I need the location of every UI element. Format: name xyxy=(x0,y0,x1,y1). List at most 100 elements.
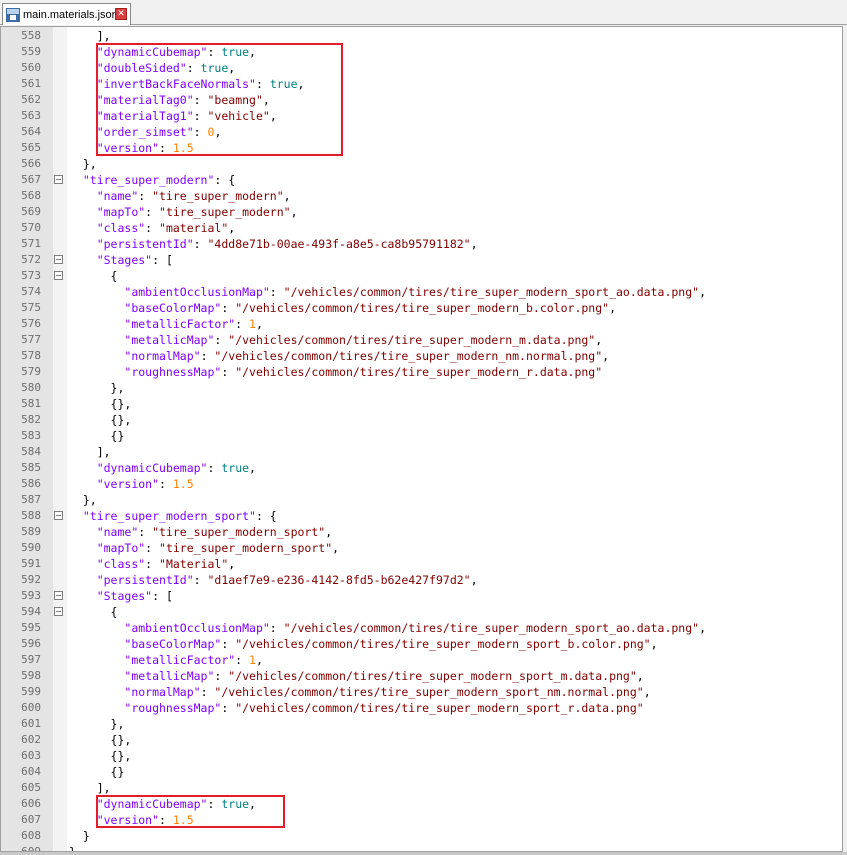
code-text: "mapTo": "tire_super_modern", xyxy=(69,204,298,220)
code-line[interactable]: 584 ], xyxy=(1,444,842,460)
code-line[interactable]: 578 "normalMap": "/vehicles/common/tires… xyxy=(1,348,842,364)
fold-collapse-icon[interactable] xyxy=(54,175,63,184)
code-line[interactable]: 581 {}, xyxy=(1,396,842,412)
fold-collapse-icon[interactable] xyxy=(54,255,63,264)
code-line[interactable]: 597 "metallicFactor": 1, xyxy=(1,652,842,668)
code-line[interactable]: 588 "tire_super_modern_sport": { xyxy=(1,508,842,524)
code-line[interactable]: 573 { xyxy=(1,268,842,284)
line-number: 597 xyxy=(21,653,41,666)
json-punctuation: : xyxy=(193,237,208,251)
code-line[interactable]: 604 {} xyxy=(1,764,842,780)
code-line[interactable]: 576 "metallicFactor": 1, xyxy=(1,316,842,332)
json-key: "roughnessMap" xyxy=(124,701,222,715)
code-line[interactable]: 595 "ambientOcclusionMap": "/vehicles/co… xyxy=(1,620,842,636)
code-line[interactable]: 565 "version": 1.5 xyxy=(1,140,842,156)
json-number: 1.5 xyxy=(172,813,194,827)
code-line[interactable]: 580 }, xyxy=(1,380,842,396)
code-line[interactable]: 564 "order_simset": 0, xyxy=(1,124,842,140)
code-text: "invertBackFaceNormals": true, xyxy=(69,76,305,92)
fold-collapse-icon[interactable] xyxy=(54,511,63,520)
code-line[interactable]: 585 "dynamicCubemap": true, xyxy=(1,460,842,476)
code-line[interactable]: 593 "Stages": [ xyxy=(1,588,842,604)
code-line[interactable]: 579 "roughnessMap": "/vehicles/common/ti… xyxy=(1,364,842,380)
line-number: 569 xyxy=(21,205,41,218)
code-line[interactable]: 608 } xyxy=(1,828,842,844)
json-key: "metallicMap" xyxy=(124,333,215,347)
json-punctuation xyxy=(69,813,97,827)
code-line[interactable]: 574 "ambientOcclusionMap": "/vehicles/co… xyxy=(1,284,842,300)
line-number: 585 xyxy=(21,461,41,474)
code-line[interactable]: 569 "mapTo": "tire_super_modern", xyxy=(1,204,842,220)
code-line[interactable]: 562 "materialTag0": "beamng", xyxy=(1,92,842,108)
code-line[interactable]: 568 "name": "tire_super_modern", xyxy=(1,188,842,204)
json-punctuation: {}, xyxy=(69,733,132,747)
line-number: 564 xyxy=(21,125,41,138)
code-line[interactable]: 582 {}, xyxy=(1,412,842,428)
json-punctuation xyxy=(69,61,97,75)
json-punctuation xyxy=(69,557,97,571)
code-line[interactable]: 577 "metallicMap": "/vehicles/common/tir… xyxy=(1,332,842,348)
fold-collapse-icon[interactable] xyxy=(54,607,63,616)
code-line[interactable]: 600 "roughnessMap": "/vehicles/common/ti… xyxy=(1,700,842,716)
code-line[interactable]: 583 {} xyxy=(1,428,842,444)
json-punctuation: : xyxy=(145,221,160,235)
code-line[interactable]: 605 ], xyxy=(1,780,842,796)
json-string: "/vehicles/common/tires/tire_super_moder… xyxy=(235,301,610,315)
json-punctuation: {}, xyxy=(69,397,132,411)
json-punctuation: , xyxy=(290,205,298,219)
code-editor[interactable]: 558 ], 559 "dynamicCubemap": true, 560 "do… xyxy=(0,26,843,852)
code-line[interactable]: 609} xyxy=(1,844,842,851)
code-line[interactable]: 589 "name": "tire_super_modern_sport", xyxy=(1,524,842,540)
code-line[interactable]: 603 {}, xyxy=(1,748,842,764)
json-punctuation: ], xyxy=(69,29,111,43)
json-punctuation: : xyxy=(207,45,222,59)
json-key: "Stages" xyxy=(96,589,153,603)
json-key: "materialTag0" xyxy=(96,93,194,107)
code-line[interactable]: 601 }, xyxy=(1,716,842,732)
code-line[interactable]: 571 "persistentId": "4dd8e71b-00ae-493f-… xyxy=(1,236,842,252)
code-line[interactable]: 598 "metallicMap": "/vehicles/common/tir… xyxy=(1,668,842,684)
code-line[interactable]: 596 "baseColorMap": "/vehicles/common/ti… xyxy=(1,636,842,652)
code-text: "materialTag1": "vehicle", xyxy=(69,108,277,124)
fold-collapse-icon[interactable] xyxy=(54,271,63,280)
code-line[interactable]: 560 "doubleSided": true, xyxy=(1,60,842,76)
code-line[interactable]: 602 {}, xyxy=(1,732,842,748)
code-line[interactable]: 572 "Stages": [ xyxy=(1,252,842,268)
json-key: "version" xyxy=(96,813,160,827)
code-line[interactable]: 563 "materialTag1": "vehicle", xyxy=(1,108,842,124)
code-line[interactable]: 606 "dynamicCubemap": true, xyxy=(1,796,842,812)
code-line[interactable]: 587 }, xyxy=(1,492,842,508)
line-number: 576 xyxy=(21,317,41,330)
fold-collapse-icon[interactable] xyxy=(54,591,63,600)
json-punctuation: : { xyxy=(214,173,236,187)
json-key: "metallicMap" xyxy=(124,669,215,683)
code-line[interactable]: 592 "persistentId": "d1aef7e9-e236-4142-… xyxy=(1,572,842,588)
code-line[interactable]: 567 "tire_super_modern": { xyxy=(1,172,842,188)
code-line[interactable]: 586 "version": 1.5 xyxy=(1,476,842,492)
code-line[interactable]: 561 "invertBackFaceNormals": true, xyxy=(1,76,842,92)
json-punctuation: : xyxy=(214,669,229,683)
code-text: "order_simset": 0, xyxy=(69,124,222,140)
code-line[interactable]: 570 "class": "material", xyxy=(1,220,842,236)
json-string: "/vehicles/common/tires/tire_super_moder… xyxy=(235,701,644,715)
code-line[interactable]: 599 "normalMap": "/vehicles/common/tires… xyxy=(1,684,842,700)
code-line[interactable]: 594 { xyxy=(1,604,842,620)
json-punctuation xyxy=(69,589,97,603)
json-string: "Material" xyxy=(159,557,229,571)
code-line[interactable]: 591 "class": "Material", xyxy=(1,556,842,572)
file-tab[interactable]: main.materials.json ✕ xyxy=(2,3,131,25)
code-lines: 558 ], 559 "dynamicCubemap": true, 560 "do… xyxy=(1,28,842,851)
json-punctuation: }, xyxy=(69,381,125,395)
code-line[interactable]: 590 "mapTo": "tire_super_modern_sport", xyxy=(1,540,842,556)
code-line[interactable]: 566 }, xyxy=(1,156,842,172)
code-line[interactable]: 607 "version": 1.5 xyxy=(1,812,842,828)
close-icon[interactable]: ✕ xyxy=(115,8,127,20)
code-line[interactable]: 559 "dynamicCubemap": true, xyxy=(1,44,842,60)
line-number: 599 xyxy=(21,685,41,698)
json-punctuation: , xyxy=(332,541,340,555)
line-number: 560 xyxy=(21,61,41,74)
code-line[interactable]: 558 ], xyxy=(1,28,842,44)
json-punctuation: : [ xyxy=(152,253,173,267)
code-line[interactable]: 575 "baseColorMap": "/vehicles/common/ti… xyxy=(1,300,842,316)
json-punctuation: }, xyxy=(69,717,125,731)
